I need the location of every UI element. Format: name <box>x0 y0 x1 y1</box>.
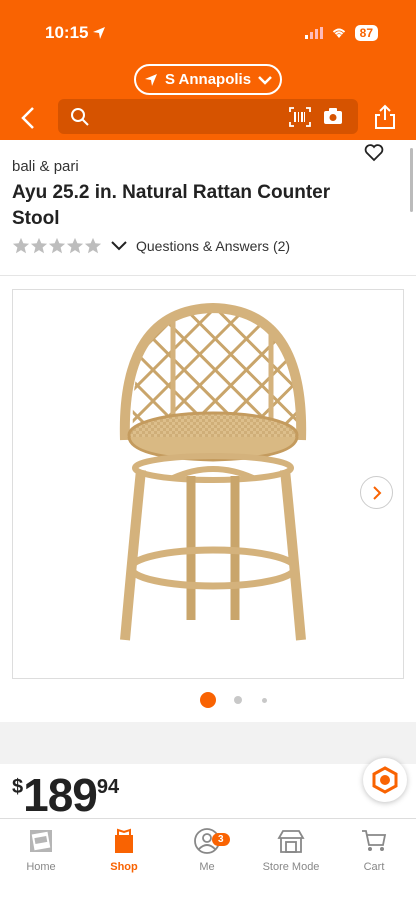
product-brand[interactable]: bali & pari <box>12 158 79 175</box>
chevron-down-icon <box>258 75 272 85</box>
back-button[interactable] <box>14 104 42 132</box>
divider <box>0 275 416 276</box>
section-spacer <box>0 722 416 764</box>
tab-store-mode[interactable]: Store Mode <box>256 827 326 873</box>
tab-label: Home <box>26 861 56 873</box>
carousel-dot[interactable] <box>262 698 267 703</box>
tab-label: Shop <box>110 861 138 873</box>
star-icon <box>84 237 102 254</box>
chevron-right-icon <box>372 485 381 500</box>
location-arrow-icon <box>144 73 157 86</box>
location-arrow-icon <box>93 27 105 39</box>
product-title: Ayu 25.2 in. Natural Rattan Counter Stoo… <box>12 182 331 229</box>
price-cents: 94 <box>96 776 120 798</box>
share-button[interactable] <box>374 104 396 135</box>
notification-badge: 3 <box>212 833 230 846</box>
store-icon <box>277 830 305 853</box>
hexagon-assistant-icon <box>372 766 398 794</box>
questions-answers-link[interactable]: Questions & Answers (2) <box>136 238 290 254</box>
search-icon <box>71 108 89 126</box>
tab-shop[interactable]: Shop <box>89 827 159 873</box>
app-header: 10:15 87 S Annapolis <box>0 0 416 140</box>
share-icon <box>375 104 395 129</box>
tab-label: Me <box>199 861 215 873</box>
tab-label: Store Mode <box>262 861 320 873</box>
camera-icon[interactable] <box>323 107 343 125</box>
shop-bag-icon <box>115 828 133 853</box>
signal-icon <box>304 27 323 39</box>
tab-cart[interactable]: Cart <box>339 827 409 873</box>
status-indicators: 87 <box>304 25 378 41</box>
chevron-down-icon[interactable] <box>110 240 128 252</box>
rating-row[interactable]: Questions & Answers (2) <box>12 237 290 255</box>
tab-home[interactable]: Home <box>6 827 76 873</box>
star-icon <box>12 237 30 254</box>
price-currency: $ <box>12 776 24 798</box>
battery-indicator: 87 <box>354 25 378 41</box>
star-icon <box>48 237 66 254</box>
carousel-dot-active[interactable] <box>200 692 216 708</box>
home-depot-logo-icon <box>30 830 52 852</box>
wifi-icon <box>332 28 345 38</box>
store-selector-button[interactable]: S Annapolis <box>134 64 282 95</box>
product-price: $ 189 94 <box>12 772 119 818</box>
status-time: 10:15 <box>45 23 89 42</box>
chevron-left-icon <box>21 107 34 129</box>
barcode-scan-icon[interactable] <box>289 107 311 127</box>
product-image-carousel[interactable] <box>12 289 404 679</box>
cart-icon <box>362 830 387 851</box>
price-dollars: 189 <box>23 769 98 821</box>
scrollbar[interactable] <box>410 148 413 212</box>
carousel-dot[interactable] <box>234 696 242 704</box>
store-name: S Annapolis <box>164 71 252 88</box>
heart-icon <box>364 144 384 162</box>
bottom-tab-bar: Home Shop 3 Me Store Mode Cart <box>0 818 416 905</box>
tab-me[interactable]: 3 Me <box>172 827 242 873</box>
assistant-button[interactable] <box>363 758 407 802</box>
search-input[interactable] <box>58 99 358 134</box>
tab-label: Cart <box>363 861 385 873</box>
product-image-rattan-stool[interactable] <box>13 290 405 680</box>
star-icon <box>30 237 48 254</box>
star-icon <box>66 237 84 254</box>
favorite-button[interactable] <box>364 144 384 167</box>
next-image-button[interactable] <box>360 476 393 509</box>
carousel-dots <box>0 692 416 708</box>
